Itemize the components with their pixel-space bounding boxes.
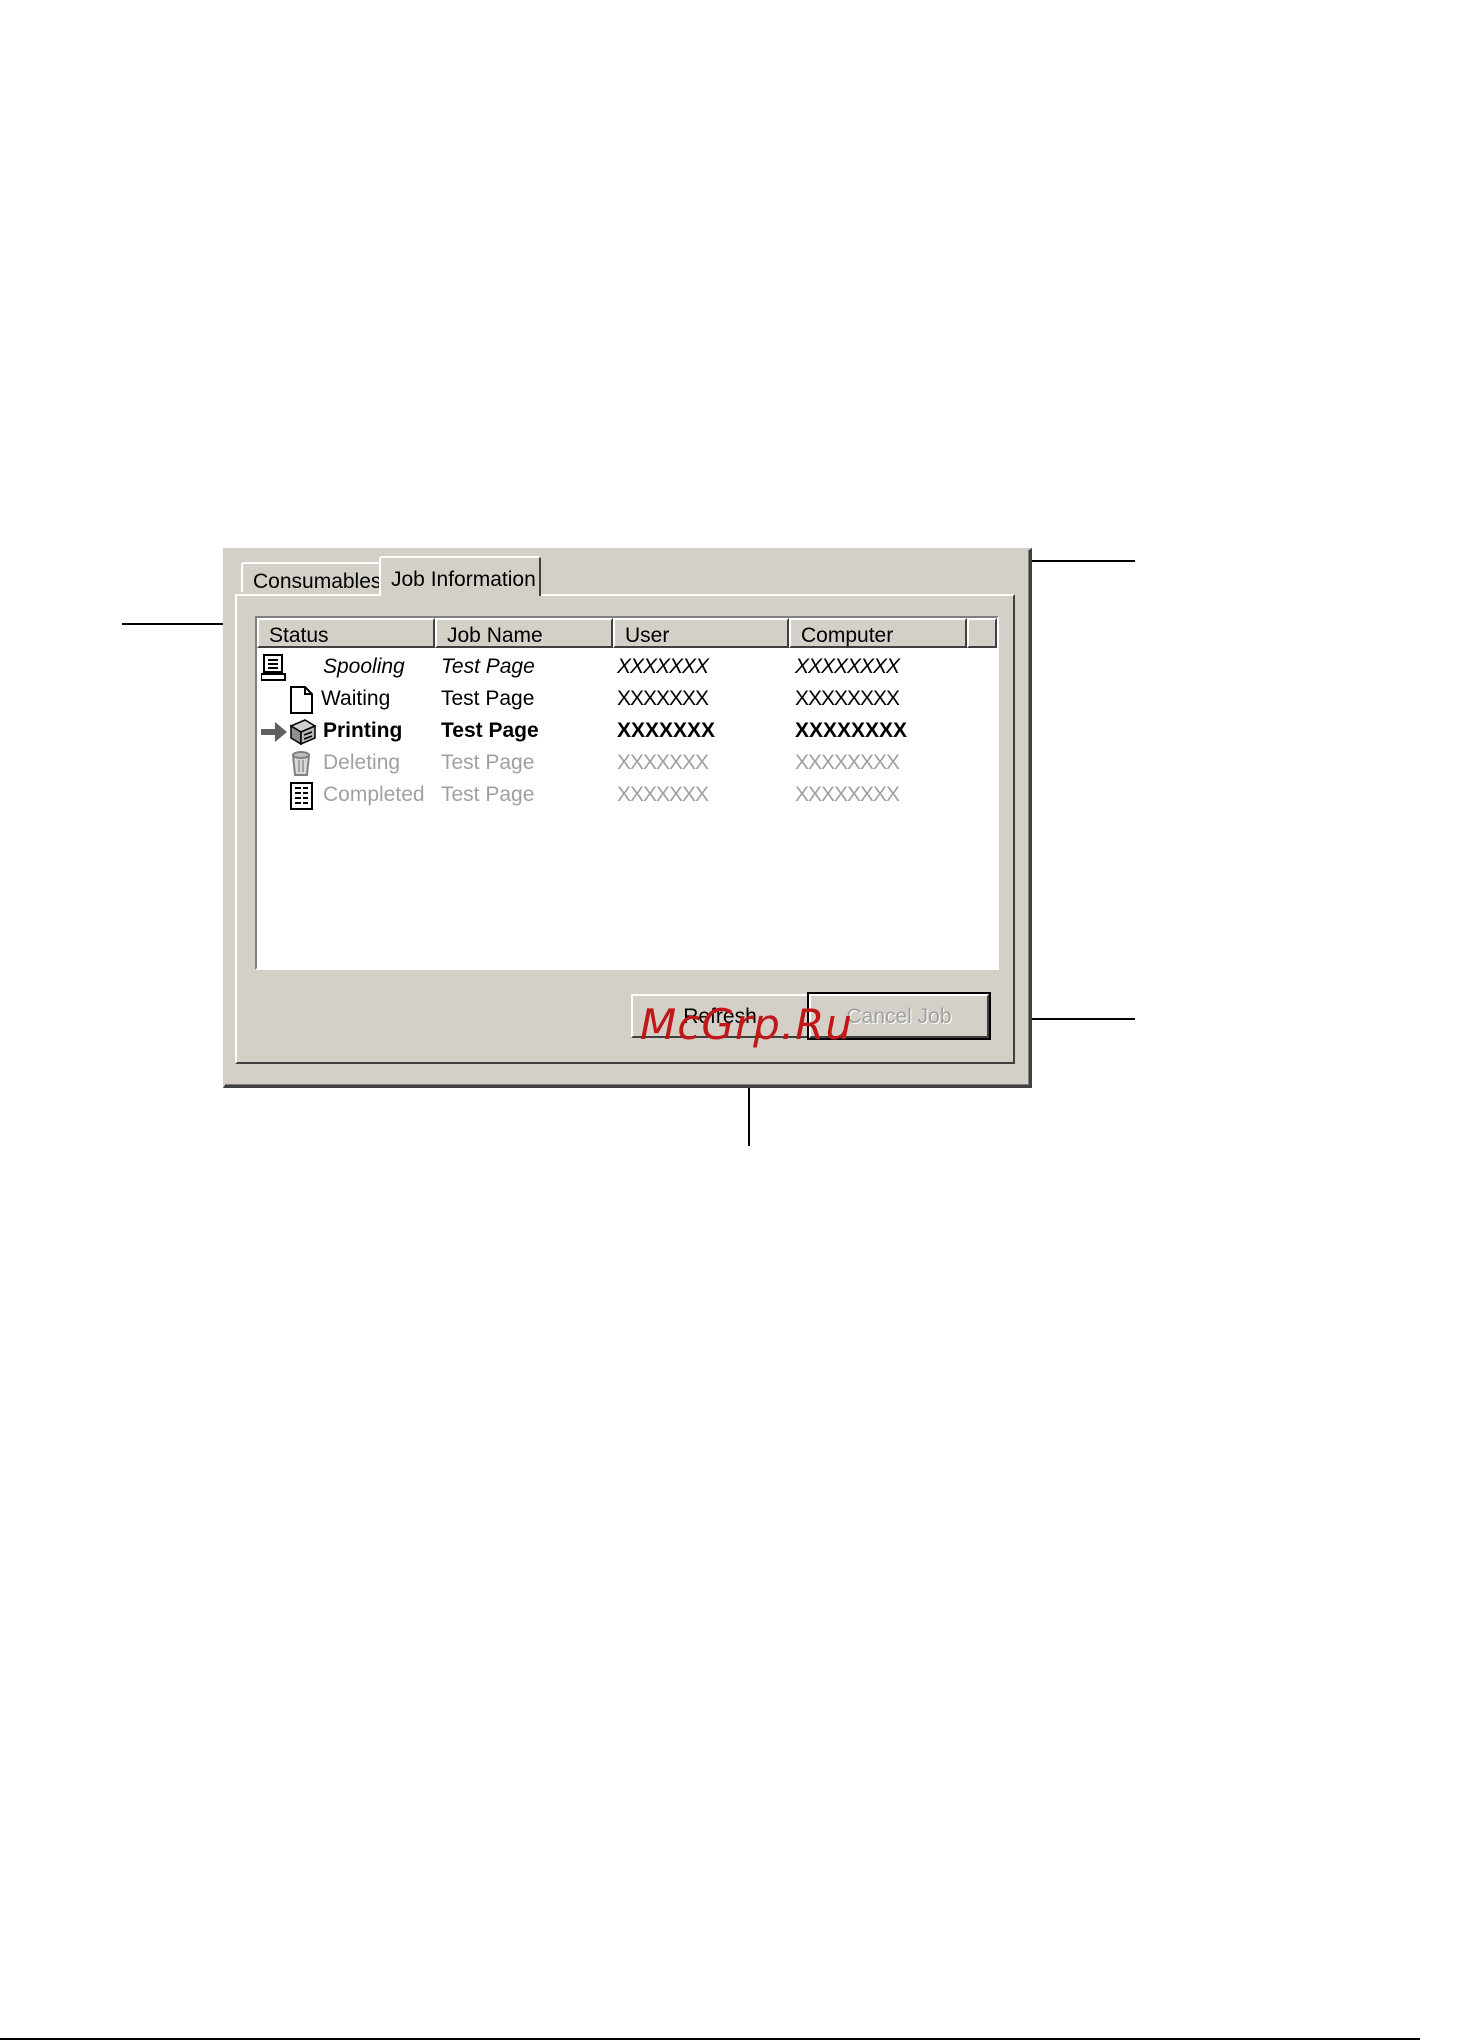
row-user: XXXXXXX (617, 687, 709, 710)
current-job-arrow-icon (261, 720, 289, 750)
row-job-name: Test Page (441, 719, 539, 742)
row-computer: XXXXXXXX (795, 687, 900, 710)
row-status: Printing (323, 719, 403, 742)
tab-job-information[interactable]: Job Information (379, 556, 541, 596)
column-header-computer[interactable]: Computer (789, 618, 967, 648)
row-status: Spooling (323, 655, 405, 678)
watermark-text: McGrp.Ru (640, 1000, 853, 1049)
column-header-job-name[interactable]: Job Name (435, 618, 613, 648)
table-row[interactable]: Waiting Test Page XXXXXXX XXXXXXXX (257, 684, 997, 716)
printer-icon (287, 718, 317, 752)
table-row[interactable]: Printing Test Page XXXXXXX XXXXXXXX (257, 716, 997, 748)
column-header-filler (967, 618, 997, 648)
row-status: Deleting (323, 751, 401, 774)
row-user: XXXXXXX (617, 655, 709, 678)
row-job-name: Test Page (441, 687, 535, 710)
job-information-page: Status Job Name User Computer Spooling T… (235, 594, 1015, 1064)
row-job-name: Test Page (441, 783, 535, 806)
row-user: XXXXXXX (617, 783, 709, 806)
row-user: XXXXXXX (617, 751, 709, 774)
table-row[interactable]: Spooling Test Page XXXXXXX XXXXXXXX (257, 652, 997, 684)
row-job-name: Test Page (441, 751, 535, 774)
row-status: Completed (323, 783, 425, 806)
tab-consumables[interactable]: Consumables (241, 562, 382, 593)
column-header-status[interactable]: Status (257, 618, 435, 648)
spooling-computer-icon (260, 654, 287, 688)
table-row[interactable]: Deleting Test Page XXXXXXX XXXXXXXX (257, 748, 997, 780)
row-computer: XXXXXXXX (795, 751, 900, 774)
completed-document-icon (289, 782, 315, 816)
row-status: Waiting (321, 687, 391, 710)
row-computer: XXXXXXXX (795, 719, 908, 742)
cancel-job-button-label: Cancel Job (846, 1005, 952, 1028)
job-information-dialog: Consumables Job Information Status Job N… (223, 548, 1032, 1088)
job-list-view[interactable]: Status Job Name User Computer Spooling T… (255, 616, 999, 970)
row-computer: XXXXXXXX (795, 655, 900, 678)
row-computer: XXXXXXXX (795, 783, 900, 806)
row-job-name: Test Page (441, 655, 535, 678)
table-row[interactable]: Completed Test Page XXXXXXX XXXXXXXX (257, 780, 997, 812)
list-header: Status Job Name User Computer (257, 618, 997, 648)
footer-rule (0, 2038, 1420, 2040)
row-user: XXXXXXX (617, 719, 716, 742)
trash-icon (289, 751, 313, 783)
column-header-user[interactable]: User (613, 618, 789, 648)
document-page-icon (289, 686, 315, 720)
